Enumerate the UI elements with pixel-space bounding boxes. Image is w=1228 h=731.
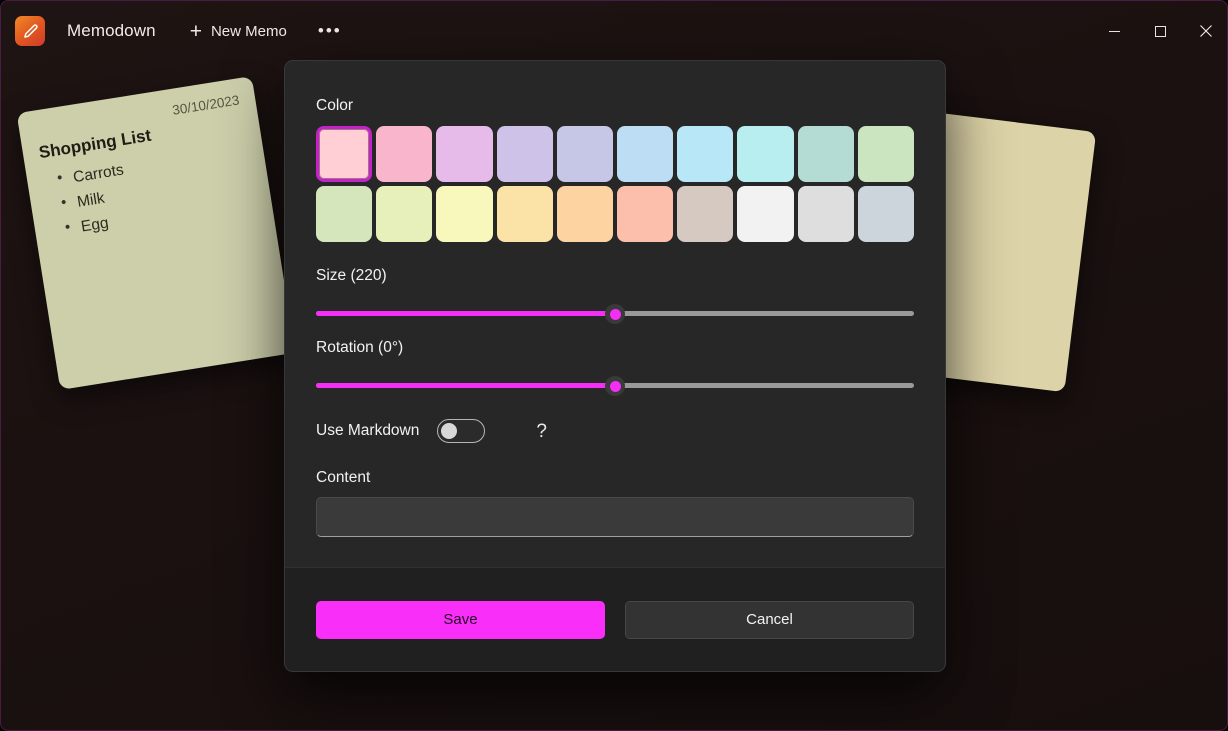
size-slider[interactable]	[316, 305, 914, 323]
color-swatch-15[interactable]	[617, 186, 673, 242]
content-label: Content	[316, 469, 914, 487]
app-window: 30/10/2023 Shopping List Carrots Milk Eg…	[0, 0, 1228, 731]
rotation-slider[interactable]	[316, 377, 914, 395]
color-swatch-11[interactable]	[376, 186, 432, 242]
color-swatch-10[interactable]	[316, 186, 372, 242]
color-swatch-16[interactable]	[677, 186, 733, 242]
size-slider-thumb[interactable]	[605, 304, 625, 324]
new-memo-label: New Memo	[211, 23, 287, 40]
use-markdown-row: Use Markdown ?	[316, 419, 914, 443]
rotation-label: Rotation (0°)	[316, 339, 914, 357]
color-swatch-8[interactable]	[798, 126, 854, 182]
color-swatch-1[interactable]	[376, 126, 432, 182]
title-bar-left: Memodown + New Memo •••	[1, 1, 349, 61]
plus-icon: +	[190, 21, 202, 42]
color-swatch-7[interactable]	[737, 126, 793, 182]
color-swatch-18[interactable]	[798, 186, 854, 242]
color-swatch-3[interactable]	[497, 126, 553, 182]
use-markdown-toggle[interactable]	[437, 419, 485, 443]
rotation-slider-thumb[interactable]	[605, 376, 625, 396]
help-icon[interactable]: ?	[536, 422, 547, 441]
dialog-body: Color Size (220) Rotation (0°)	[285, 61, 945, 567]
size-slider-block: Size (220)	[316, 267, 914, 323]
color-swatch-9[interactable]	[858, 126, 914, 182]
color-swatch-4[interactable]	[557, 126, 613, 182]
color-swatch-19[interactable]	[858, 186, 914, 242]
minimize-button[interactable]	[1091, 7, 1137, 55]
more-options-button[interactable]: •••	[311, 13, 349, 49]
color-swatch-6[interactable]	[677, 126, 733, 182]
color-label: Color	[316, 97, 914, 115]
memo-card-shopping-list[interactable]: 30/10/2023 Shopping List Carrots Milk Eg…	[17, 76, 296, 390]
use-markdown-label: Use Markdown	[316, 422, 419, 440]
size-slider-fill	[316, 311, 615, 316]
toggle-knob	[441, 423, 457, 439]
window-controls	[1091, 7, 1228, 55]
color-swatch-12[interactable]	[436, 186, 492, 242]
content-input[interactable]	[316, 497, 914, 537]
dialog-footer: Save Cancel	[285, 567, 945, 671]
color-swatch-0[interactable]	[316, 126, 372, 182]
rotation-slider-fill	[316, 383, 615, 388]
color-swatch-17[interactable]	[737, 186, 793, 242]
color-swatch-13[interactable]	[497, 186, 553, 242]
new-memo-button[interactable]: + New Memo	[178, 13, 299, 49]
color-swatch-grid	[316, 126, 914, 242]
color-swatch-14[interactable]	[557, 186, 613, 242]
save-button[interactable]: Save	[316, 601, 605, 639]
rotation-slider-block: Rotation (0°)	[316, 339, 914, 395]
pencil-icon	[15, 16, 45, 46]
size-label: Size (220)	[316, 267, 914, 285]
cancel-button[interactable]: Cancel	[625, 601, 914, 639]
color-swatch-2[interactable]	[436, 126, 492, 182]
maximize-button[interactable]	[1137, 7, 1183, 55]
memo-settings-dialog: Color Size (220) Rotation (0°)	[284, 60, 946, 672]
close-button[interactable]	[1183, 7, 1228, 55]
color-swatch-5[interactable]	[617, 126, 673, 182]
title-bar: Memodown + New Memo •••	[1, 1, 1228, 61]
app-title: Memodown	[67, 21, 156, 41]
